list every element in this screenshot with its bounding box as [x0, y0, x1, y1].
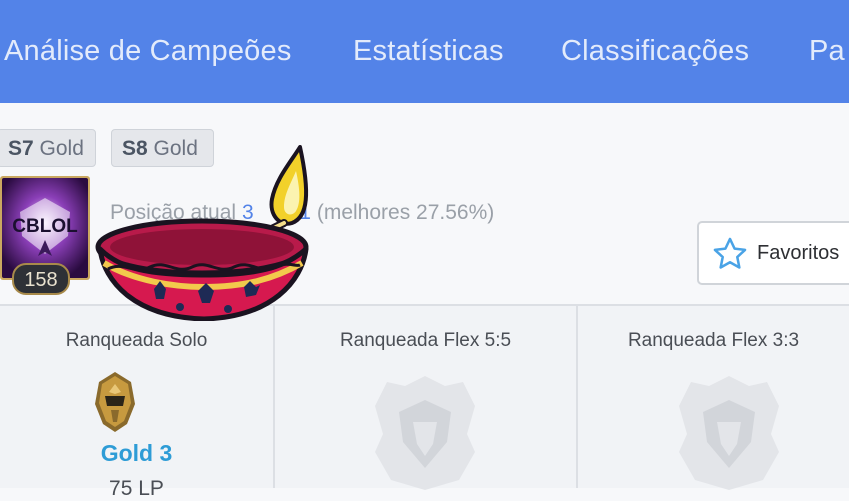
queue-card-flex-3v3: Ranqueada Flex 3:3	[578, 306, 849, 490]
rank-percentile: (melhores 27.56%)	[316, 201, 495, 224]
unranked-emblem-icon	[679, 376, 779, 490]
gold-tier-emblem-icon	[95, 372, 135, 432]
profile-avatar: CBLOL 158	[0, 176, 92, 295]
queue-title: Ranqueada Flex 3:3	[627, 330, 800, 351]
league-points: 75 LP	[109, 477, 164, 500]
ranked-queues: Ranqueada Solo Gold 3 75 LP Ranqueada Fl…	[0, 304, 849, 500]
season-tier: Gold	[39, 137, 84, 160]
emblem-text: CBLOL	[12, 216, 78, 237]
level-badge: 158	[12, 263, 70, 295]
favorites-button[interactable]: Favoritos	[697, 221, 849, 285]
queue-card-flex-5v5: Ranqueada Flex 5:5	[275, 306, 576, 490]
queue-title: Ranqueada Flex 5:5	[339, 330, 512, 351]
queue-card-solo: Ranqueada Solo Gold 3 75 LP	[0, 306, 273, 500]
season-label: S7	[8, 137, 34, 160]
tab-truncated[interactable]: Pa	[809, 35, 845, 68]
queue-title: Ranqueada Solo	[65, 330, 208, 351]
tab-rankings[interactable]: Classificações	[561, 35, 749, 68]
season-badge-s7: S7 Gold	[0, 129, 96, 167]
tier-name: Gold 3	[100, 440, 173, 466]
tab-champion-analysis[interactable]: Análise de Campeões	[4, 35, 292, 68]
favorites-label: Favoritos	[757, 242, 840, 264]
top-navigation: Análise de Campeões Estatísticas Classif…	[0, 0, 849, 103]
tab-statistics[interactable]: Estatísticas	[353, 35, 504, 68]
diya-lamp-sticker	[95, 145, 309, 321]
level-value: 158	[24, 269, 58, 291]
unranked-emblem-icon	[375, 376, 475, 490]
star-icon	[713, 237, 747, 269]
